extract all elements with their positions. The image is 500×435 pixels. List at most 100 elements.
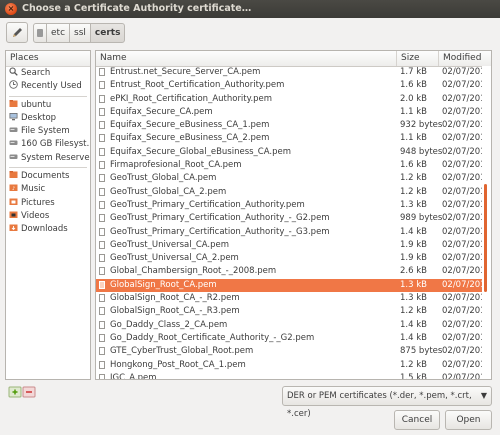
place-label: Desktop	[21, 112, 57, 123]
file-icon	[99, 81, 105, 90]
file-icon	[99, 227, 105, 236]
file-name: Entrust_Root_Certification_Authority.pem	[110, 80, 285, 91]
place-label: Videos	[21, 210, 50, 221]
table-row[interactable]: GTE_CyberTrust_Global_Root.pem 875 bytes 0…	[96, 345, 491, 358]
table-row[interactable]: Equifax_Secure_eBusiness_CA_1.pem 932 byt…	[96, 119, 491, 132]
place-recently-used[interactable]: Recently Used	[6, 80, 90, 93]
file-icon	[99, 240, 105, 249]
table-row[interactable]: GeoTrust_Primary_Certification_Authority…	[96, 226, 491, 239]
file-name: Firmaprofesional_Root_CA.pem	[110, 160, 242, 171]
drive-icon	[9, 140, 18, 146]
table-row[interactable]: Go_Daddy_Root_Certificate_Authority_-_G2…	[96, 332, 491, 345]
crumb-certs-button[interactable]: certs	[89, 23, 126, 43]
table-row[interactable]: ePKI_Root_Certification_Authority.pem 2.0…	[96, 93, 491, 106]
cancel-button[interactable]: Cancel	[394, 410, 440, 430]
places-sidebar: Places Search Recently Used ubuntu Deskt…	[5, 50, 91, 380]
remove-bookmark-icon[interactable]	[22, 386, 36, 398]
search-icon	[9, 67, 18, 76]
crumb-ssl-button[interactable]: ssl	[69, 23, 91, 43]
file-icon	[99, 200, 105, 209]
clock-icon	[9, 80, 18, 90]
divider	[9, 167, 87, 169]
place-system-reserved[interactable]: System Reserved	[6, 152, 90, 165]
table-row[interactable]: Firmaprofesional_Root_CA.pem 1.6 kB 02/07/…	[96, 159, 491, 172]
file-icon	[99, 320, 105, 329]
file-icon	[99, 187, 105, 196]
file-size: 1.3 kB	[400, 199, 427, 210]
table-row[interactable]: Equifax_Secure_Global_eBusiness_CA.pem 94…	[96, 146, 491, 159]
file-type-filter[interactable]: DER or PEM certificates (*.der, *.pem, *…	[282, 386, 492, 419]
place-music[interactable]: ♪ Music	[6, 183, 90, 196]
file-size: 1.6 kB	[400, 80, 427, 91]
file-icon	[99, 147, 105, 156]
place-label: Search	[21, 68, 51, 78]
place-label: Recently Used	[21, 81, 82, 92]
place-160gb-filesystem[interactable]: 160 GB Filesyst…	[6, 138, 90, 151]
file-size: 875 bytes	[400, 346, 443, 357]
file-size: 1.2 kB	[400, 306, 427, 317]
place-ubuntu[interactable]: ubuntu	[6, 99, 90, 112]
file-size: 1.2 kB	[400, 173, 427, 184]
crumb-etc-button[interactable]: etc	[46, 23, 71, 43]
table-row[interactable]: GeoTrust_Global_CA.pem 1.2 kB 02/07/2012	[96, 172, 491, 185]
places-header[interactable]: Places	[6, 51, 90, 67]
window-title: Choose a Certificate Authority certifica…	[22, 3, 252, 14]
file-size: 1.4 kB	[400, 332, 427, 343]
place-videos[interactable]: Videos	[6, 210, 90, 223]
file-name: GeoTrust_Primary_Certification_Authority…	[110, 199, 305, 210]
column-size-header[interactable]: Size	[397, 51, 439, 66]
column-modified-header[interactable]: Modified	[439, 51, 491, 66]
place-pictures[interactable]: Pictures	[6, 197, 90, 210]
svg-text:♪: ♪	[12, 186, 15, 192]
file-name: GeoTrust_Global_CA_2.pem	[110, 186, 227, 197]
column-name-header[interactable]: Name	[96, 51, 397, 66]
table-row[interactable]: Entrust.net_Secure_Server_CA.pem 1.7 kB 02…	[96, 66, 491, 79]
chevron-down-icon: ▼	[480, 391, 487, 400]
place-label: Downloads	[21, 224, 68, 235]
close-icon[interactable]: ×	[5, 3, 17, 15]
file-name: GeoTrust_Primary_Certification_Authority…	[110, 226, 330, 237]
table-row[interactable]: Hongkong_Post_Root_CA_1.pem 1.2 kB 02/07/2…	[96, 359, 491, 372]
place-downloads[interactable]: Downloads	[6, 223, 90, 236]
file-icon	[99, 347, 105, 356]
place-label: System Reserved	[21, 152, 90, 163]
file-size: 2.6 kB	[400, 266, 427, 277]
bookmark-add-remove	[8, 386, 36, 398]
table-row[interactable]: GlobalSign_Root_CA.pem 1.3 kB 02/07/2012	[96, 278, 491, 293]
table-row[interactable]: Global_Chambersign_Root_-_2008.pem 2.6 kB…	[96, 265, 491, 278]
file-icon	[99, 307, 105, 316]
table-row[interactable]: GlobalSign_Root_CA_-_R3.pem 1.2 kB 02/07/2…	[96, 305, 491, 318]
table-row[interactable]: GeoTrust_Global_CA_2.pem 1.2 kB 02/07/2012	[96, 186, 491, 199]
scrollbar-thumb[interactable]	[484, 184, 487, 292]
type-location-button[interactable]	[6, 22, 28, 43]
place-label: Documents	[21, 171, 70, 182]
file-name: GeoTrust_Primary_Certification_Authority…	[110, 213, 330, 224]
file-size: 1.3 kB	[400, 279, 427, 290]
file-size: 932 bytes	[400, 120, 443, 131]
table-row[interactable]: GeoTrust_Universal_CA.pem 1.9 kB 02/07/201…	[96, 239, 491, 252]
table-row[interactable]: Equifax_Secure_CA.pem 1.1 kB 02/07/2012	[96, 106, 491, 119]
place-label: Pictures	[21, 197, 55, 208]
table-row[interactable]: Entrust_Root_Certification_Authority.pem…	[96, 79, 491, 92]
table-row[interactable]: GlobalSign_Root_CA_-_R2.pem 1.3 kB 02/07/2…	[96, 292, 491, 305]
place-file-system[interactable]: File System	[6, 125, 90, 138]
file-size: 1.5 kB	[400, 372, 427, 380]
music-folder-icon: ♪	[9, 184, 18, 192]
drive-icon	[9, 154, 18, 159]
table-row[interactable]: IGC_A.pem 1.5 kB 02/07/2012	[96, 372, 491, 380]
table-row[interactable]: Equifax_Secure_eBusiness_CA_2.pem 1.1 kB 0…	[96, 132, 491, 145]
place-documents[interactable]: Documents	[6, 170, 90, 183]
table-row[interactable]: GeoTrust_Primary_Certification_Authority…	[96, 212, 491, 225]
place-search[interactable]: Search	[6, 67, 90, 80]
table-row[interactable]: GeoTrust_Primary_Certification_Authority…	[96, 199, 491, 212]
place-desktop[interactable]: Desktop	[6, 112, 90, 125]
file-icon	[99, 360, 105, 369]
table-row[interactable]: Go_Daddy_Class_2_CA.pem 1.4 kB 02/07/2012	[96, 319, 491, 332]
open-button[interactable]: Open	[445, 410, 492, 430]
title-bar: × Choose a Certificate Authority certifi…	[0, 0, 500, 18]
crumb-root-button[interactable]	[33, 23, 47, 43]
add-bookmark-icon[interactable]	[8, 386, 22, 398]
vertical-scrollbar[interactable]	[482, 66, 491, 379]
file-name: GlobalSign_Root_CA_-_R3.pem	[110, 306, 240, 317]
table-row[interactable]: GeoTrust_Universal_CA_2.pem 1.9 kB 02/07/2…	[96, 252, 491, 265]
